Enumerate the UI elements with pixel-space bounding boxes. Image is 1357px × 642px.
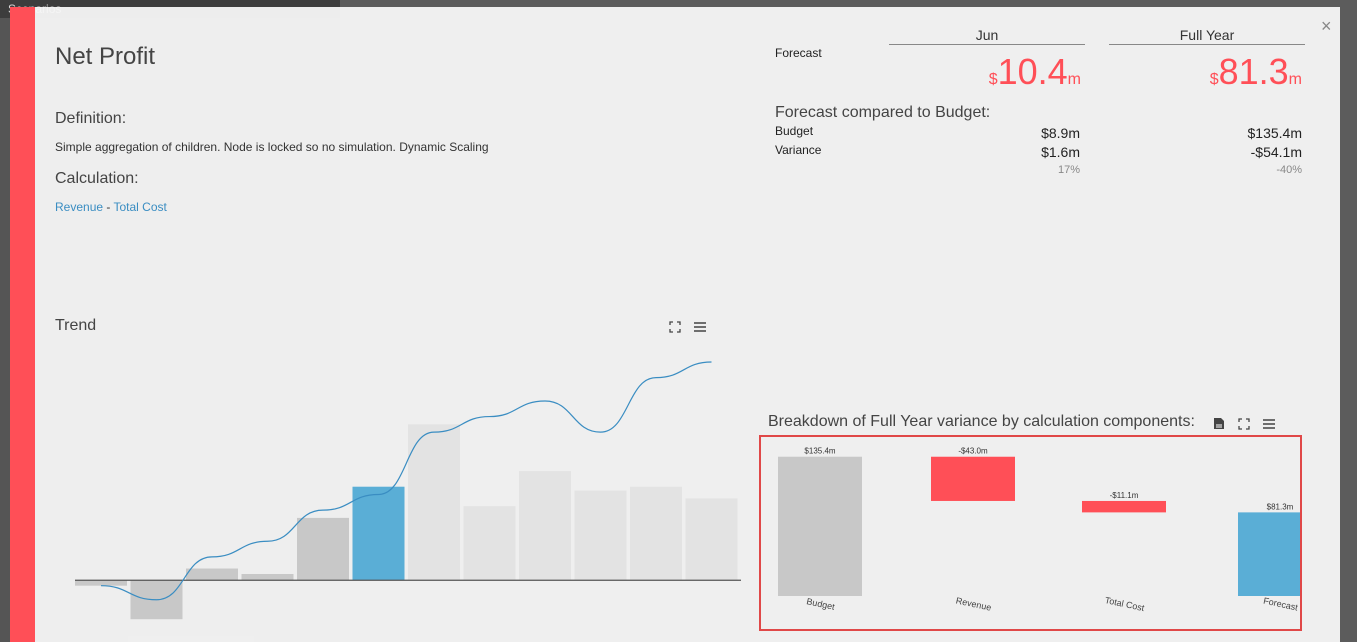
budget-value-full-year: $135.4m bbox=[1247, 125, 1302, 141]
waterfall-data-label: $81.3m bbox=[1267, 502, 1294, 511]
close-icon[interactable]: × bbox=[1321, 17, 1332, 35]
trend-bar bbox=[519, 471, 571, 581]
waterfall-category-label: Forecast bbox=[1262, 596, 1299, 613]
waterfall-data-label: -$43.0m bbox=[958, 447, 988, 456]
col-header-jun: Jun bbox=[889, 27, 1085, 45]
waterfall-category-label: Total Cost bbox=[1104, 595, 1146, 613]
waterfall-bar bbox=[931, 456, 1015, 501]
trend-bar bbox=[685, 498, 738, 581]
variance-pct-jun: 17% bbox=[1057, 164, 1080, 176]
breakdown-chart-frame: $135.4m Budget -$43.0m Revenue -$11.1m Total … bbox=[759, 435, 1322, 631]
waterfall-data-label: -$11.1m bbox=[1110, 491, 1139, 500]
col-header-full-year: Full Year bbox=[1109, 27, 1305, 45]
variance-label: Variance bbox=[775, 143, 822, 157]
forecast-number: 10.4 bbox=[997, 51, 1068, 92]
trend-bar bbox=[574, 490, 627, 581]
expand-icon[interactable] bbox=[1238, 418, 1250, 433]
calc-link-total-cost[interactable]: Total Cost bbox=[114, 200, 167, 214]
trend-bar bbox=[408, 424, 460, 581]
forecast-value-jun: $10.4m bbox=[885, 52, 1081, 100]
expand-icon[interactable] bbox=[669, 321, 681, 336]
waterfall-category-label: Revenue bbox=[955, 595, 992, 612]
budget-value-jun: $8.9m bbox=[1041, 125, 1080, 141]
waterfall-bar bbox=[1082, 500, 1166, 513]
menu-icon[interactable] bbox=[1262, 418, 1276, 433]
currency-symbol: $ bbox=[988, 71, 998, 88]
trend-heading: Trend bbox=[55, 317, 97, 334]
calc-operator: - bbox=[103, 200, 114, 214]
download-icon[interactable] bbox=[1213, 417, 1225, 433]
calc-link-revenue[interactable]: Revenue bbox=[55, 200, 103, 214]
variance-value-full-year: -$54.1m bbox=[1250, 144, 1302, 160]
accent-bar bbox=[10, 7, 35, 642]
definition-text: Simple aggregation of children. Node is … bbox=[55, 140, 489, 154]
trend-bar bbox=[352, 486, 405, 581]
waterfall-data-label: $135.4m bbox=[804, 447, 835, 456]
calculation-formula: Revenue - Total Cost bbox=[55, 200, 167, 214]
forecast-number: 81.3 bbox=[1218, 51, 1289, 92]
waterfall-bar bbox=[1238, 512, 1322, 596]
trend-bar bbox=[241, 574, 294, 581]
detail-modal: × Net Profit Definition: Simple aggregat… bbox=[10, 7, 1340, 642]
forecast-value-full-year: $81.3m bbox=[1106, 52, 1302, 100]
calculation-heading: Calculation: bbox=[55, 170, 139, 187]
breakdown-heading: Breakdown of Full Year variance by calcu… bbox=[768, 413, 1195, 430]
forecast-label: Forecast bbox=[775, 46, 822, 60]
currency-symbol: $ bbox=[1209, 71, 1219, 88]
unit-symbol: m bbox=[1067, 71, 1081, 88]
trend-bar bbox=[297, 517, 349, 581]
waterfall-category-label: Budget bbox=[806, 596, 836, 612]
trend-bar bbox=[630, 486, 682, 581]
unit-symbol: m bbox=[1288, 71, 1302, 88]
variance-value-jun: $1.6m bbox=[1041, 144, 1080, 160]
trend-chart bbox=[75, 361, 741, 620]
modal-title: Net Profit bbox=[55, 43, 156, 70]
compare-heading: Forecast compared to Budget: bbox=[775, 104, 991, 121]
trend-bar bbox=[463, 506, 516, 581]
menu-icon[interactable] bbox=[693, 321, 707, 336]
waterfall-bar bbox=[778, 456, 862, 596]
variance-pct-full-year: -40% bbox=[1276, 164, 1302, 176]
trend-bar bbox=[186, 568, 238, 581]
definition-heading: Definition: bbox=[55, 110, 127, 127]
budget-label: Budget bbox=[775, 124, 814, 138]
trend-bar bbox=[75, 580, 127, 586]
breakdown-chart: $135.4m Budget -$43.0m Revenue -$11.1m Total … bbox=[778, 447, 1322, 613]
